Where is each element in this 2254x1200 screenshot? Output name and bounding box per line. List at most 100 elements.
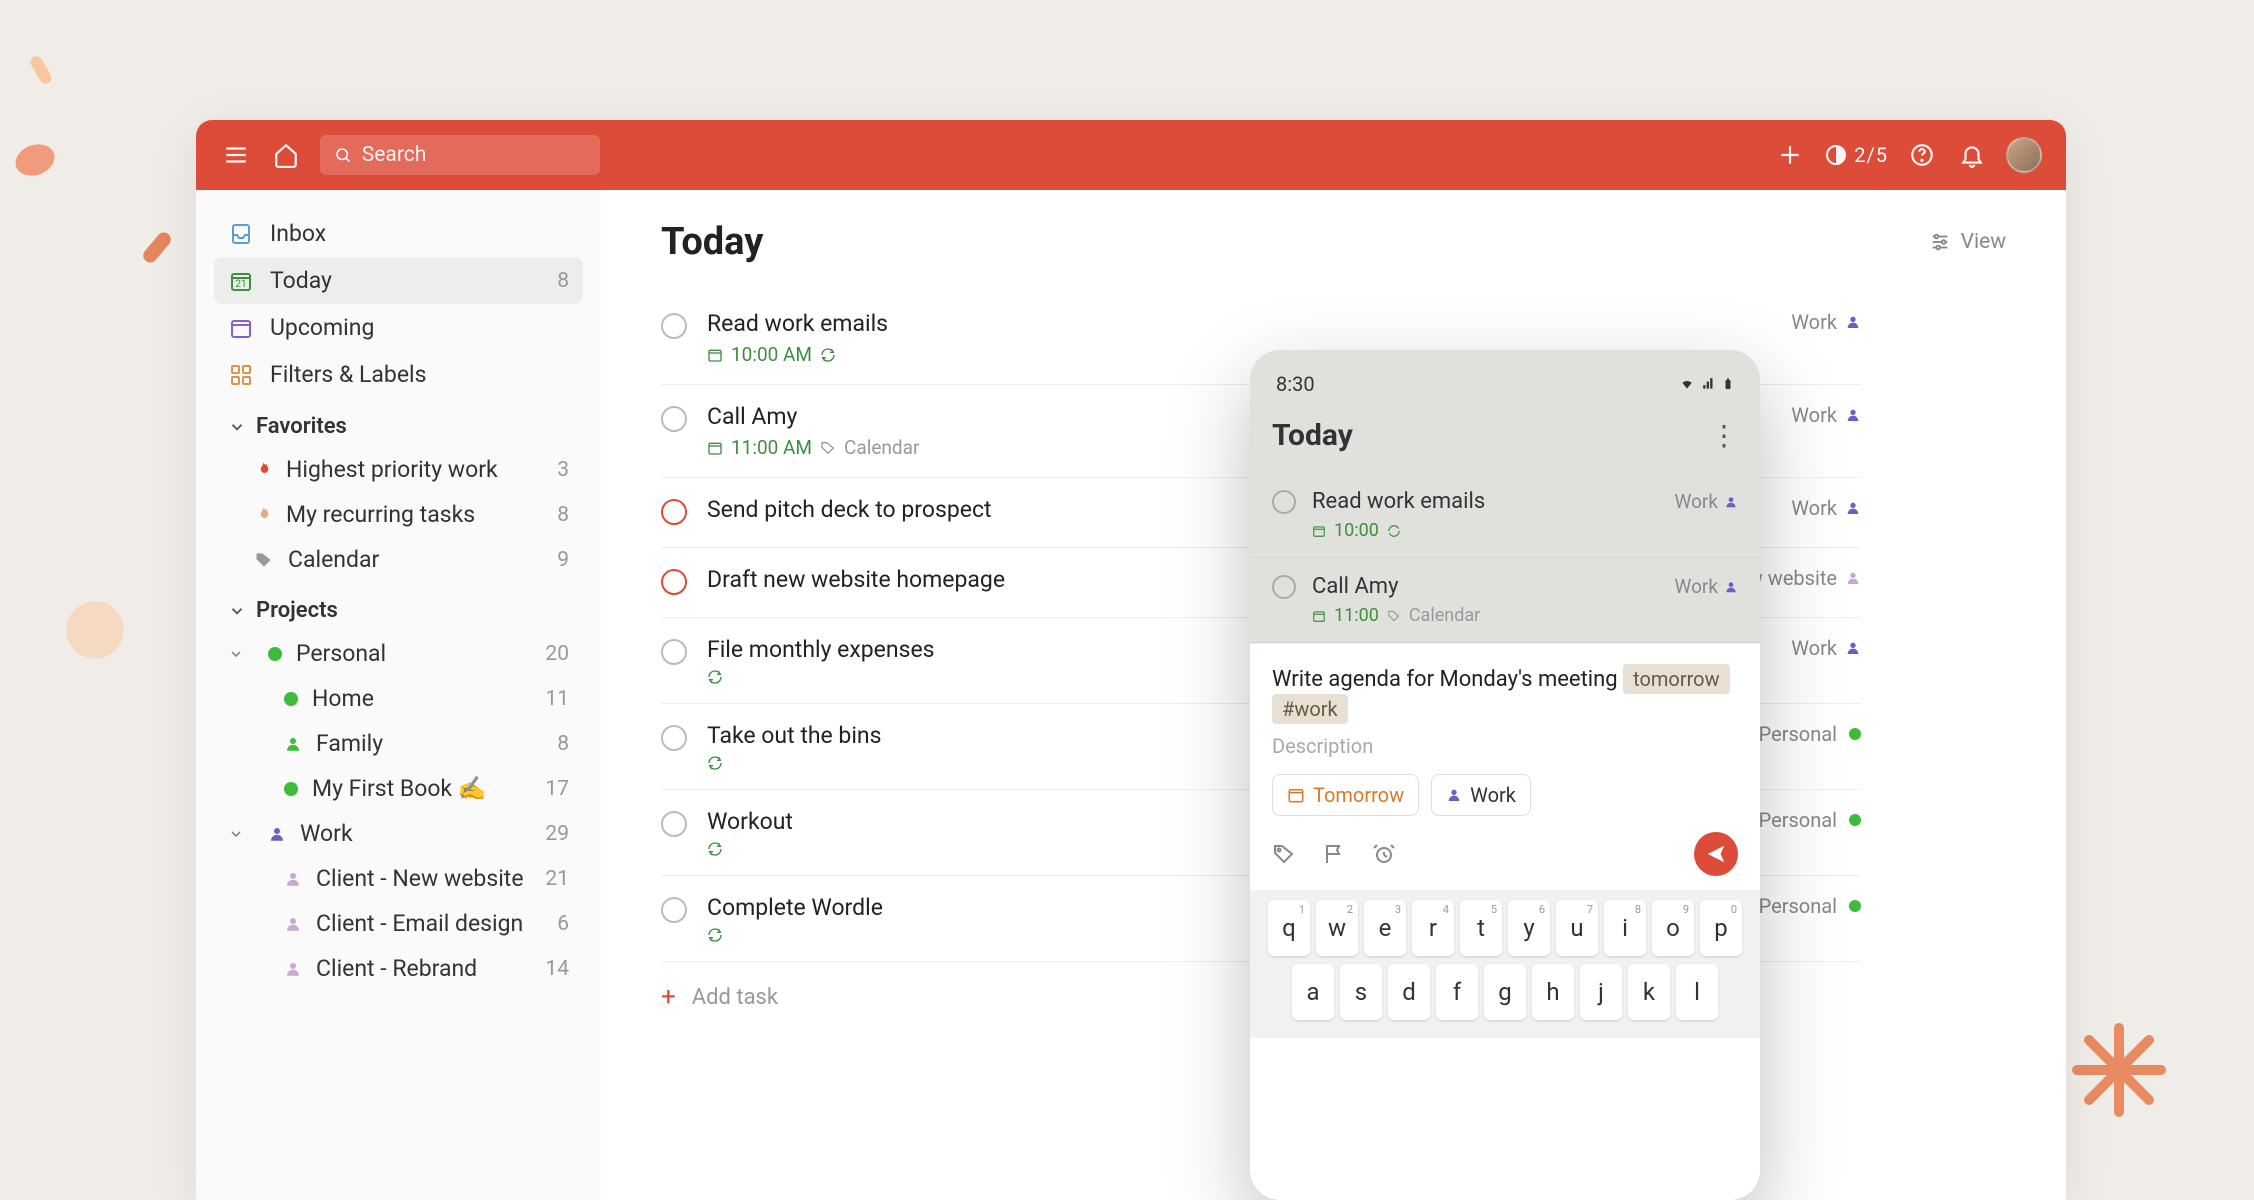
chevron-down-icon — [228, 826, 244, 842]
person-icon — [284, 870, 302, 888]
task-checkbox[interactable] — [661, 406, 687, 432]
app-window: 2/5 Inbox 21 Today 8 Upcoming Filters & … — [196, 120, 2066, 1200]
keyboard-key[interactable]: j — [1580, 964, 1622, 1020]
task-checkbox[interactable] — [661, 313, 687, 339]
task-project-label[interactable]: Work — [1791, 496, 1861, 520]
favorite-icon — [254, 459, 272, 481]
compose-text[interactable]: Write agenda for Monday's meeting tomorr… — [1272, 664, 1738, 724]
nav-inbox[interactable]: Inbox — [214, 210, 583, 257]
plus-icon: + — [661, 982, 676, 1012]
keyboard-key[interactable]: 8i — [1604, 900, 1646, 956]
task-checkbox[interactable] — [661, 725, 687, 751]
svg-text:21: 21 — [235, 279, 246, 290]
tomorrow-chip[interactable]: Tomorrow — [1272, 774, 1419, 816]
send-button[interactable] — [1694, 832, 1738, 876]
project-item[interactable]: Family8 — [214, 721, 583, 766]
favorite-item[interactable]: My recurring tasks8 — [214, 492, 583, 537]
view-button[interactable]: View — [1929, 230, 2006, 254]
recurring-icon — [1387, 524, 1401, 538]
phone-task-row[interactable]: Call AmyWork 11:00Calendar — [1250, 558, 1760, 643]
keyboard-key[interactable]: s — [1340, 964, 1382, 1020]
projects-section-header[interactable]: Projects — [214, 582, 583, 631]
keyboard-key[interactable]: 4r — [1412, 900, 1454, 956]
keyboard-key[interactable]: l — [1676, 964, 1718, 1020]
flag-icon[interactable] — [1322, 842, 1346, 866]
project-count: 20 — [545, 642, 569, 666]
project-item[interactable]: Home11 — [214, 676, 583, 721]
project-item[interactable]: Client - Email design6 — [214, 901, 583, 946]
project-item[interactable]: Client - Rebrand14 — [214, 946, 583, 991]
help-button[interactable] — [1906, 139, 1938, 171]
task-project-label[interactable]: Work — [1791, 636, 1861, 660]
keyboard-key[interactable]: 0p — [1700, 900, 1742, 956]
compose-tag-pill[interactable]: #work — [1272, 694, 1348, 724]
keyboard-key[interactable]: 1q — [1268, 900, 1310, 956]
project-item[interactable]: Client - New website21 — [214, 856, 583, 901]
keyboard-key[interactable]: 7u — [1556, 900, 1598, 956]
compose-date-pill[interactable]: tomorrow — [1623, 664, 1730, 694]
task-project-label[interactable]: Personal — [1759, 894, 1861, 918]
project-color-dot — [1849, 900, 1861, 912]
phone-more-button[interactable]: ⋮ — [1710, 419, 1738, 452]
keyboard-key[interactable]: a — [1292, 964, 1334, 1020]
project-color-dot — [1849, 814, 1861, 826]
favorite-icon — [254, 504, 272, 526]
favorite-item[interactable]: Highest priority work3 — [214, 447, 583, 492]
nav-upcoming[interactable]: Upcoming — [214, 304, 583, 351]
keyboard-key[interactable]: 2w — [1316, 900, 1358, 956]
task-checkbox[interactable] — [661, 897, 687, 923]
keyboard-key[interactable]: 9o — [1652, 900, 1694, 956]
keyboard-key[interactable]: 3e — [1364, 900, 1406, 956]
keyboard-key[interactable]: f — [1436, 964, 1478, 1020]
project-color-dot — [284, 692, 298, 706]
task-project-label[interactable]: Personal — [1759, 808, 1861, 832]
person-icon — [1845, 407, 1861, 423]
keyboard-key[interactable]: k — [1628, 964, 1670, 1020]
task-checkbox[interactable] — [661, 569, 687, 595]
keyboard-key[interactable]: 6y — [1508, 900, 1550, 956]
task-title: Call Amy — [1312, 574, 1659, 599]
alarm-icon[interactable] — [1372, 842, 1396, 866]
phone-task-row[interactable]: Read work emailsWork 10:00 — [1250, 473, 1760, 558]
task-checkbox[interactable] — [1272, 575, 1296, 599]
task-project-label[interactable]: Work — [1791, 310, 1861, 334]
nav-filters[interactable]: Filters & Labels — [214, 351, 583, 398]
notifications-button[interactable] — [1956, 139, 1988, 171]
keyboard-key[interactable]: d — [1388, 964, 1430, 1020]
task-checkbox[interactable] — [1272, 490, 1296, 514]
label-icon[interactable] — [1272, 842, 1296, 866]
work-chip[interactable]: Work — [1431, 774, 1531, 816]
keyboard-key[interactable]: g — [1484, 964, 1526, 1020]
compose-description-placeholder[interactable]: Description — [1272, 734, 1738, 758]
project-item[interactable]: Personal20 — [214, 631, 583, 676]
keyboard-key[interactable]: h — [1532, 964, 1574, 1020]
nav-label: Inbox — [270, 220, 326, 247]
productivity-button[interactable]: 2/5 — [1824, 139, 1888, 171]
chip-label: Work — [1470, 783, 1516, 807]
project-item[interactable]: My First Book ✍️17 — [214, 766, 583, 811]
task-checkbox[interactable] — [661, 811, 687, 837]
project-item[interactable]: Work29 — [214, 811, 583, 856]
task-project-label[interactable]: Personal — [1759, 722, 1861, 746]
search-input[interactable] — [362, 143, 586, 167]
nav-label: Today — [270, 267, 332, 294]
recurring-icon — [707, 669, 723, 685]
keyboard-key[interactable]: 5t — [1460, 900, 1502, 956]
progress-text: 2/5 — [1854, 143, 1888, 167]
menu-button[interactable] — [220, 139, 252, 171]
chevron-down-icon — [228, 602, 246, 620]
add-task-button[interactable] — [1774, 139, 1806, 171]
task-checkbox[interactable] — [661, 639, 687, 665]
favorite-item[interactable]: Calendar9 — [214, 537, 583, 582]
nav-today[interactable]: 21 Today 8 — [214, 257, 583, 304]
phone-time: 8:30 — [1276, 372, 1315, 396]
search-box[interactable] — [320, 135, 600, 175]
avatar[interactable] — [2006, 137, 2042, 173]
task-project-label[interactable]: Work — [1791, 403, 1861, 427]
home-button[interactable] — [270, 139, 302, 171]
favorite-label: My recurring tasks — [286, 501, 475, 528]
favorites-section-header[interactable]: Favorites — [214, 398, 583, 447]
person-icon — [284, 915, 302, 933]
wifi-icon — [1678, 377, 1696, 391]
task-checkbox[interactable] — [661, 499, 687, 525]
